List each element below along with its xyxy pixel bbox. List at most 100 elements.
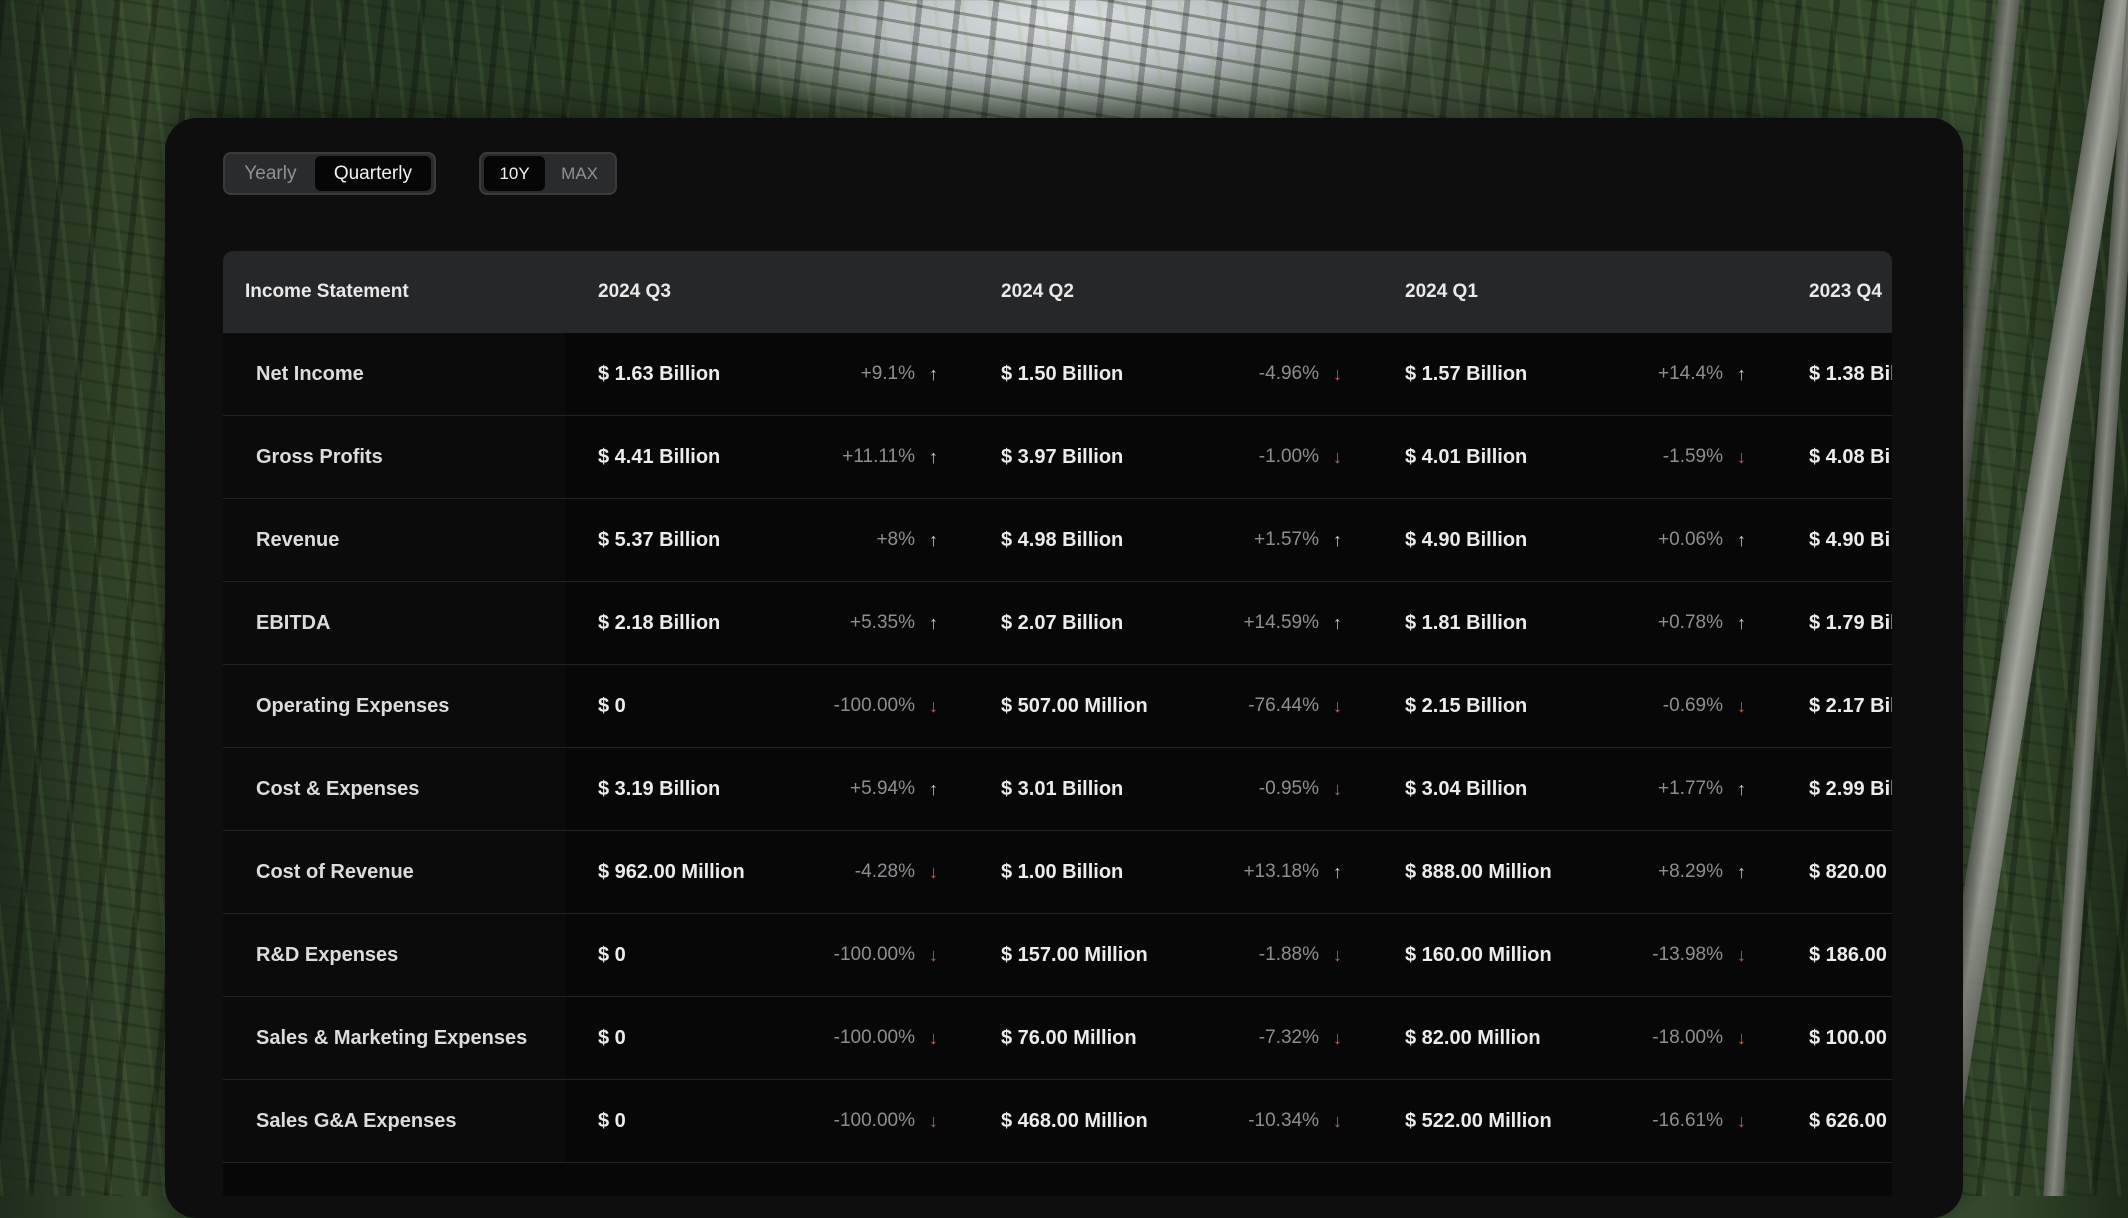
arrow-up-icon: ↑ xyxy=(929,447,938,467)
yearly-toggle-button[interactable]: Yearly xyxy=(228,156,313,191)
row-label: Sales G&A Expenses xyxy=(256,1110,457,1132)
table-row: Sales & Marketing Expenses $ 0 -100.00% ↓ $ … xyxy=(223,997,1892,1080)
cell-value: $ 820.00 xyxy=(1809,861,1887,883)
column-header: 2024 Q1 xyxy=(1405,281,1478,302)
arrow-up-icon: ↑ xyxy=(929,779,938,799)
cell-value: $ 2.15 Billion xyxy=(1405,695,1528,717)
cell-change: -16.61% xyxy=(1652,1110,1723,1131)
row-label: Operating Expenses xyxy=(256,695,450,717)
cell-value: $ 82.00 Million xyxy=(1405,1027,1541,1049)
cell-value: $ 2.18 Billion xyxy=(598,612,721,634)
cell-change: +13.18% xyxy=(1243,861,1319,882)
row-label: Sales & Marketing Expenses xyxy=(256,1027,528,1049)
table-row: EBITDA $ 2.18 Billion +5.35% ↑ $ 2.07 Billio… xyxy=(223,582,1892,665)
cell-change: +5.35% xyxy=(850,612,915,633)
cell-value: $ 1.50 Billion xyxy=(1001,363,1124,385)
cell-change: +11.11% xyxy=(842,446,915,467)
cell-value: $ 3.97 Billion xyxy=(1001,446,1124,468)
arrow-up-icon: ↑ xyxy=(1737,613,1746,633)
row-label: EBITDA xyxy=(256,612,331,634)
cell-change: -4.96% xyxy=(1258,363,1319,384)
cell-change: -4.28% xyxy=(854,861,915,882)
arrow-down-icon: ↓ xyxy=(1333,1028,1342,1048)
cell-value: $ 0 xyxy=(598,695,626,717)
arrow-down-icon: ↓ xyxy=(1737,447,1746,467)
cell-change: -18.00% xyxy=(1652,1027,1723,1048)
arrow-up-icon: ↑ xyxy=(1333,862,1342,882)
row-label-cell: Cost & Expenses xyxy=(223,748,565,830)
cell-change: -1.59% xyxy=(1662,446,1723,467)
cell-value: $ 1.81 Billion xyxy=(1405,612,1528,634)
row-label: Revenue xyxy=(256,529,340,551)
cell-value: $ 2.99 Bil xyxy=(1809,778,1892,800)
row-label-cell: Operating Expenses xyxy=(223,665,565,747)
arrow-up-icon: ↑ xyxy=(1737,779,1746,799)
cell-value: $ 4.41 Billion xyxy=(598,446,721,468)
period-toggle: Yearly Quarterly xyxy=(223,152,436,195)
arrow-down-icon: ↓ xyxy=(1737,1028,1746,1048)
cell-change: -100.00% xyxy=(833,1110,915,1131)
cell-value: $ 0 xyxy=(598,1027,626,1049)
cell-value: $ 2.07 Billion xyxy=(1001,612,1124,634)
cell-value: $ 76.00 Million xyxy=(1001,1027,1137,1049)
cell-value: $ 186.00 xyxy=(1809,944,1887,966)
cell-change: -0.95% xyxy=(1258,778,1319,799)
cell-change: +14.4% xyxy=(1658,363,1723,384)
arrow-up-icon: ↑ xyxy=(1737,862,1746,882)
cell-value: $ 1.00 Billion xyxy=(1001,861,1124,883)
table-row: Cost & Expenses $ 3.19 Billion +5.94% ↑ $ 3.… xyxy=(223,748,1892,831)
table-header: Income Statement 2024 Q3 2024 Q2 2024 Q1… xyxy=(223,251,1892,333)
column-header: 2024 Q3 xyxy=(598,281,671,302)
arrow-down-icon: ↓ xyxy=(1737,945,1746,965)
cell-value: $ 2.17 Bil xyxy=(1809,695,1892,717)
column-header: 2023 Q4 xyxy=(1809,281,1882,302)
table-row: Cost of Revenue $ 962.00 Million -4.28% ↓ $ … xyxy=(223,831,1892,914)
cell-change: -13.98% xyxy=(1652,944,1723,965)
range-max-button[interactable]: MAX xyxy=(547,156,612,191)
arrow-up-icon: ↑ xyxy=(1333,613,1342,633)
arrow-down-icon: ↓ xyxy=(1333,779,1342,799)
cell-value: $ 3.04 Billion xyxy=(1405,778,1528,800)
row-label: R&D Expenses xyxy=(256,944,399,966)
cell-change: -100.00% xyxy=(833,1027,915,1048)
table-row: Net Income $ 1.63 Billion +9.1% ↑ $ 1.50 Bil… xyxy=(223,333,1892,416)
cell-value: $ 100.00 xyxy=(1809,1027,1887,1049)
row-label-cell: Gross Profits xyxy=(223,416,565,498)
range-10y-button[interactable]: 10Y xyxy=(484,156,546,191)
arrow-down-icon: ↓ xyxy=(929,696,938,716)
cell-value: $ 1.38 Bil xyxy=(1809,363,1892,385)
arrow-up-icon: ↑ xyxy=(1333,530,1342,550)
arrow-up-icon: ↑ xyxy=(929,364,938,384)
cell-value: $ 3.19 Billion xyxy=(598,778,721,800)
cell-value: $ 4.98 Billion xyxy=(1001,529,1124,551)
cell-change: +0.06% xyxy=(1658,529,1723,550)
cell-change: +0.78% xyxy=(1658,612,1723,633)
cell-change: -1.88% xyxy=(1258,944,1319,965)
arrow-down-icon: ↓ xyxy=(1333,945,1342,965)
arrow-up-icon: ↑ xyxy=(929,613,938,633)
arrow-down-icon: ↓ xyxy=(929,1111,938,1131)
arrow-down-icon: ↓ xyxy=(1333,447,1342,467)
cell-change: -7.32% xyxy=(1258,1027,1319,1048)
cell-change: +9.1% xyxy=(860,363,915,384)
table-row: Revenue $ 5.37 Billion +8% ↑ $ 4.98 Billion +… xyxy=(223,499,1892,582)
cell-change: +1.77% xyxy=(1658,778,1723,799)
table-title: Income Statement xyxy=(245,281,409,302)
cell-value: $ 626.00 xyxy=(1809,1110,1887,1132)
table-row: Gross Profits $ 4.41 Billion +11.11% ↑ $ 3.9… xyxy=(223,416,1892,499)
quarterly-toggle-button[interactable]: Quarterly xyxy=(314,156,431,191)
cell-value: $ 0 xyxy=(598,1110,626,1132)
cell-change: -0.69% xyxy=(1662,695,1723,716)
cell-change: +1.57% xyxy=(1254,529,1319,550)
table-row: Operating Expenses $ 0 -100.00% ↓ $ 507.00 M… xyxy=(223,665,1892,748)
row-label: Net Income xyxy=(256,363,364,385)
cell-change: +8.29% xyxy=(1658,861,1723,882)
cell-value: $ 0 xyxy=(598,944,626,966)
cell-change: -100.00% xyxy=(833,944,915,965)
cell-value: $ 5.37 Billion xyxy=(598,529,721,551)
cell-value: $ 4.90 Billion xyxy=(1405,529,1528,551)
row-label-cell: Sales & Marketing Expenses xyxy=(223,997,565,1079)
income-statement-table: Income Statement 2024 Q3 2024 Q2 2024 Q1… xyxy=(223,251,1892,1196)
arrow-down-icon: ↓ xyxy=(1333,696,1342,716)
cell-value: $ 1.57 Billion xyxy=(1405,363,1528,385)
